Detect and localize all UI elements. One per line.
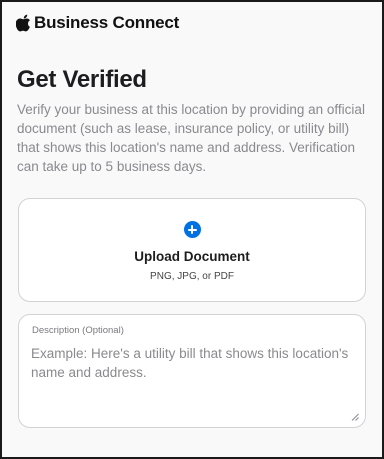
upload-document-button[interactable]: Upload Document PNG, JPG, or PDF (18, 198, 366, 302)
page-title: Get Verified (17, 66, 147, 93)
description-input[interactable] (31, 344, 349, 418)
description-field-label: Description (Optional) (32, 325, 124, 336)
app-window: Business Connect Get Verified Verify you… (0, 0, 384, 459)
brand-header: Business Connect (16, 13, 179, 33)
brand-name: Business Connect (34, 13, 180, 32)
description-field[interactable]: Description (Optional) (18, 314, 366, 428)
apple-logo-icon (16, 14, 30, 32)
page-description: Verify your business at this location by… (17, 102, 365, 174)
resize-handle-icon[interactable] (351, 413, 359, 421)
upload-formats-text: PNG, JPG, or PDF (150, 271, 234, 282)
plus-circle-icon (183, 221, 201, 238)
upload-document-label: Upload Document (134, 249, 250, 264)
